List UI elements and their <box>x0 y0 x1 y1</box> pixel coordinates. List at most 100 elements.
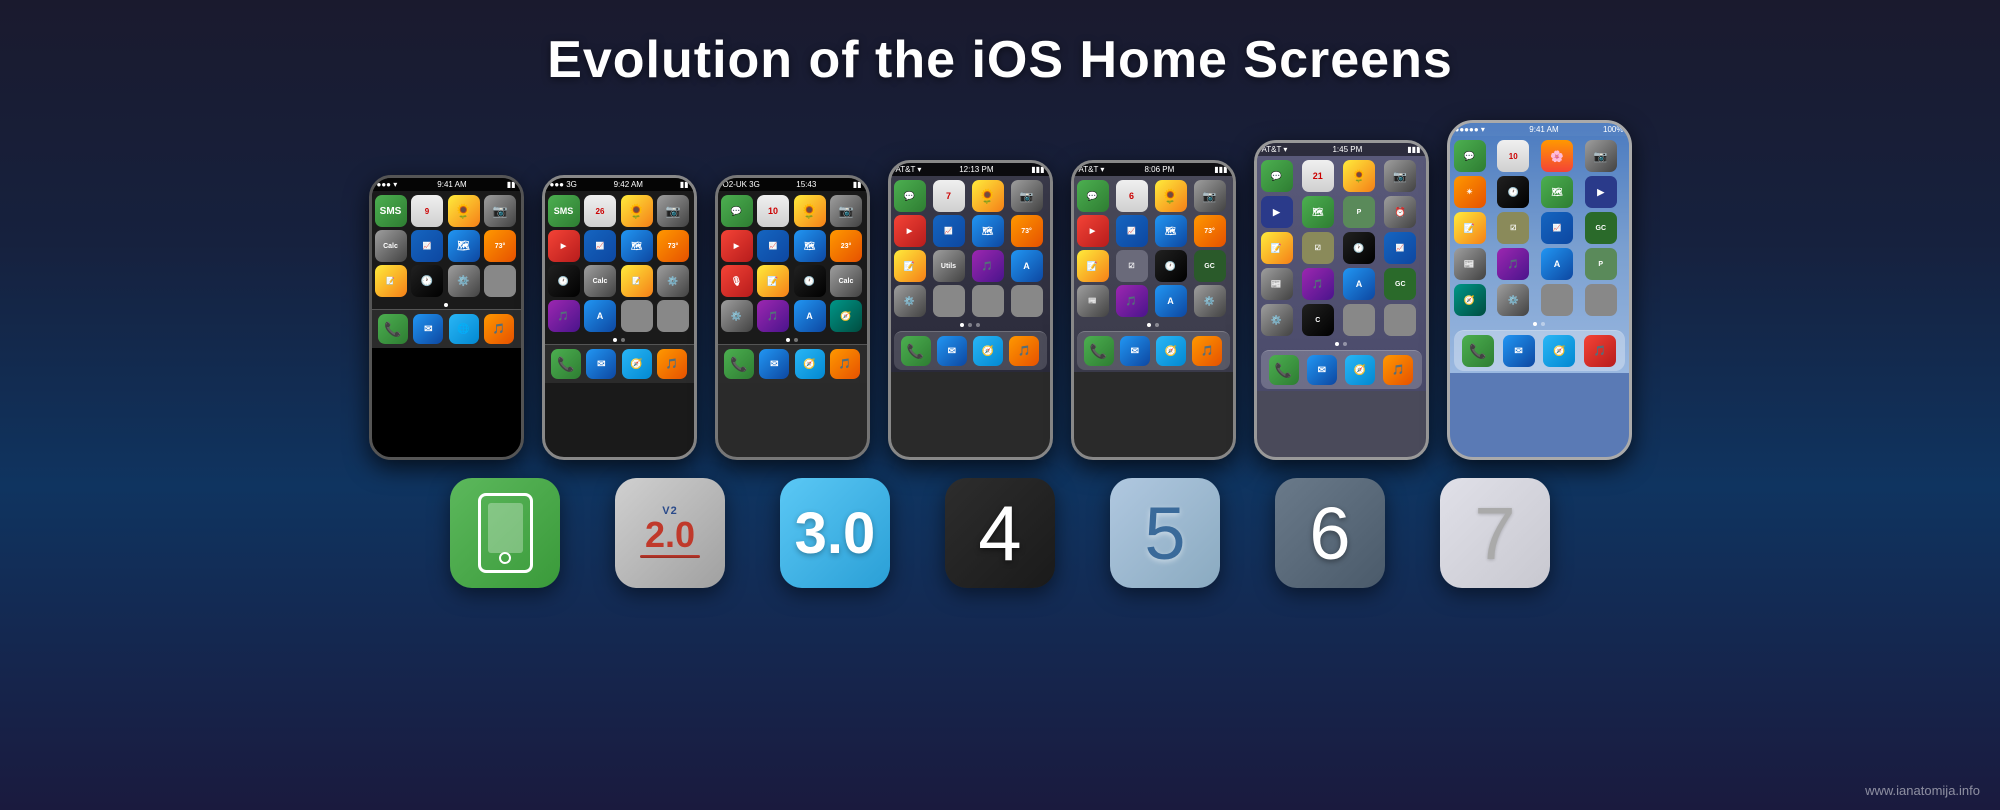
camera-icon: 📷 <box>1194 180 1226 212</box>
gamecenter-icon: GC <box>1194 250 1226 282</box>
clock-icon: 🕐 <box>411 265 443 297</box>
ipod-icon: 🎵 <box>1009 336 1039 366</box>
music-icon: 🎵 <box>1192 336 1222 366</box>
stocks-icon: 📈 <box>757 230 789 262</box>
maps-icon: 🗺 <box>1541 176 1573 208</box>
version-2-number: 2.0 <box>640 517 700 553</box>
phone-ios5: AT&T ▾ 8:06 PM ▮▮▮ 💬 6 🌻 📷 ▶ 📈 🗺 73° 📝 ☑… <box>1071 160 1236 460</box>
music-icon: 🎵 <box>1584 335 1616 367</box>
mail-icon: ✉ <box>1503 335 1535 367</box>
watermark: www.ianatomija.info <box>1865 783 1980 798</box>
youtube-icon: ▶ <box>894 215 926 247</box>
phone-icon: 📞 <box>1462 335 1494 367</box>
version-6-label: 6 <box>1309 491 1350 576</box>
notes-icon: 📝 <box>757 265 789 297</box>
itunes-icon: 🎵 <box>972 250 1004 282</box>
phone-icon: 📞 <box>901 336 931 366</box>
camera-icon: 📷 <box>484 195 516 227</box>
settings-icon: ⚙️ <box>721 300 753 332</box>
stocks-icon: 📈 <box>411 230 443 262</box>
appstore-icon: A <box>1541 248 1573 280</box>
settings-icon: ⚙️ <box>1194 285 1226 317</box>
mail-icon: ✉ <box>759 349 789 379</box>
youtube-icon: ▶ <box>548 230 580 262</box>
version-icon-3: 3.0 <box>780 478 890 588</box>
phone-body-ios5: AT&T ▾ 8:06 PM ▮▮▮ 💬 6 🌻 📷 ▶ 📈 🗺 73° 📝 ☑… <box>1071 160 1236 460</box>
notes-icon: 📝 <box>894 250 926 282</box>
maps-icon: 🗺 <box>621 230 653 262</box>
clock-icon: 🕐 <box>1155 250 1187 282</box>
version-3-label: 3.0 <box>795 500 876 567</box>
phone-ios2: ●●● 3G 9:42 AM ▮▮ SMS 26 🌻 📷 ▶ 📈 🗺 73° 🕐… <box>542 175 697 460</box>
photos-icon: 🌻 <box>448 195 480 227</box>
clock-icon: 🕐 <box>794 265 826 297</box>
newsstand-icon: 📰 <box>1454 248 1486 280</box>
maps-icon: 🗺 <box>1302 196 1334 228</box>
photos-icon: 🌻 <box>621 195 653 227</box>
camera-icon: 📷 <box>830 195 862 227</box>
notes-icon: 📝 <box>1261 232 1293 264</box>
camera-icon: 📷 <box>1011 180 1043 212</box>
cydia-icon: C <box>1302 304 1334 336</box>
phone-ios6: AT&T ▾ 1:45 PM ▮▮▮ 💬 21 🌻 📷 ▶ 🗺 P ⏰ 📝 ☑ … <box>1254 140 1429 460</box>
photos-icon: 🌻 <box>972 180 1004 212</box>
photos-icon: 🌻 <box>1155 180 1187 212</box>
sms-icon: SMS <box>375 195 407 227</box>
stocks-icon: 📈 <box>1116 215 1148 247</box>
weather-icon: 73° <box>657 230 689 262</box>
gamecenter-icon: GC <box>1585 212 1617 244</box>
music-icon: 🎵 <box>1383 355 1413 385</box>
calendar-icon: 9 <box>411 195 443 227</box>
itunes-icon: 🎵 <box>548 300 580 332</box>
weather-icon: 23° <box>830 230 862 262</box>
version-7-label: 7 <box>1474 491 1515 576</box>
gamecenter-icon: GC <box>1384 268 1416 300</box>
utilities-icon: Utils <box>933 250 965 282</box>
clock-icon: 🕐 <box>1497 176 1529 208</box>
compass-icon: 🧭 <box>830 300 862 332</box>
camera-icon: 📷 <box>1384 160 1416 192</box>
calendar-icon: 10 <box>1497 140 1529 172</box>
safari-icon: 🧭 <box>1345 355 1375 385</box>
itunes-icon: 🎵 <box>1116 285 1148 317</box>
passbook-icon: P <box>1343 196 1375 228</box>
page-title: Evolution of the iOS Home Screens <box>0 0 2000 90</box>
settings-icon: ⚙️ <box>448 265 480 297</box>
mail-icon: ✉ <box>937 336 967 366</box>
messages-icon: 💬 <box>894 180 926 212</box>
appstore-icon: A <box>1343 268 1375 300</box>
mail-icon: ✉ <box>1120 336 1150 366</box>
phone-icon: 📞 <box>551 349 581 379</box>
safari-icon: 🧭 <box>973 336 1003 366</box>
newsstand-icon: 📰 <box>1261 268 1293 300</box>
phone-icon: 📞 <box>378 314 408 344</box>
phone-icon: 📞 <box>1269 355 1299 385</box>
camera-icon: 📷 <box>657 195 689 227</box>
safari-icon: 🧭 <box>622 349 652 379</box>
appstore-icon: A <box>584 300 616 332</box>
appstore-icon: A <box>794 300 826 332</box>
clock-icon: ⏰ <box>1384 196 1416 228</box>
safari-icon: 🧭 <box>1543 335 1575 367</box>
version-4-label: 4 <box>978 488 1021 579</box>
voicememos-icon: 🎙 <box>721 265 753 297</box>
stocks-icon: 📈 <box>933 215 965 247</box>
maps-icon: 🗺 <box>448 230 480 262</box>
ipod-icon: 🎵 <box>484 314 514 344</box>
calendar-icon: 26 <box>584 195 616 227</box>
phone-body-ios2: ●●● 3G 9:42 AM ▮▮ SMS 26 🌻 📷 ▶ 📈 🗺 73° 🕐… <box>542 175 697 460</box>
calendar-icon: 21 <box>1302 160 1334 192</box>
version-icon-4: 4 <box>945 478 1055 588</box>
maps-icon: 🗺 <box>972 215 1004 247</box>
calendar-icon: 7 <box>933 180 965 212</box>
version-icon-1 <box>450 478 560 588</box>
phone-ios3: O2-UK 3G 15:43 ▮▮ 💬 10 🌻 📷 ▶ 📈 🗺 23° 🎙 📝… <box>715 175 870 460</box>
calculator-icon: Calc <box>375 230 407 262</box>
photos-icon: 🌸 <box>1541 140 1573 172</box>
videos-icon: ▶ <box>1261 196 1293 228</box>
version-row: v2 2.0 3.0 4 5 6 7 <box>0 478 2000 588</box>
itunes-icon: 🎵 <box>757 300 789 332</box>
appstore-icon: A <box>1155 285 1187 317</box>
photos-icon: 🌻 <box>1343 160 1375 192</box>
weather-icon: 73° <box>1011 215 1043 247</box>
